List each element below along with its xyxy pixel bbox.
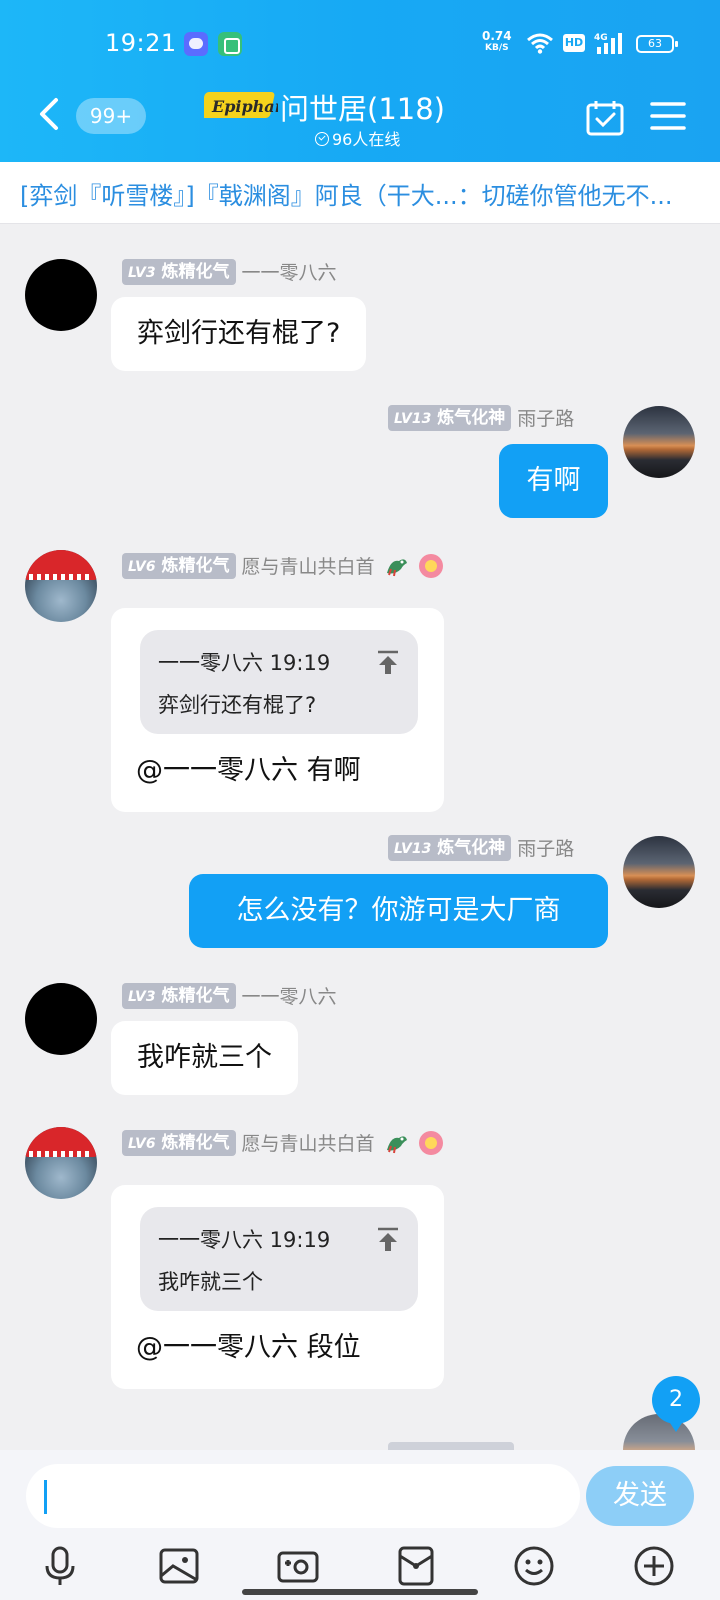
sender-info-partial	[388, 1442, 520, 1450]
sender-info: LV6 炼精化气 愿与青山共白首	[122, 552, 443, 579]
message-bubble[interactable]: 弈剑行还有棍了?	[111, 297, 367, 371]
announcement-text: [弈剑『听雪楼』]『戟渊阁』阿良（干大...：切磋你管他无不...	[20, 182, 673, 210]
app-notification-icon	[218, 32, 242, 56]
reply-text: @一一零八六 有啊	[136, 755, 361, 786]
red-packet-icon[interactable]	[394, 1544, 438, 1588]
status-time: 19:21	[105, 29, 177, 57]
network-speed: 0.74 KB/S	[482, 29, 512, 53]
level-badge: LV6 炼精化气	[122, 552, 236, 579]
unread-badge[interactable]: 99+	[76, 98, 146, 134]
plus-icon[interactable]	[632, 1544, 676, 1588]
svg-text:4G: 4G	[594, 33, 608, 43]
dragon-emoji-icon	[386, 558, 407, 576]
level-badge: LV3 炼精化气	[122, 258, 236, 285]
text-caret	[44, 1480, 47, 1514]
avatar[interactable]	[623, 836, 695, 908]
message-bubble[interactable]: 我咋就三个	[111, 1021, 298, 1095]
camera-icon[interactable]	[276, 1544, 320, 1588]
group-logo: Epiphany	[204, 92, 278, 118]
sender-nickname[interactable]: 一一零八六	[242, 262, 337, 284]
group-title[interactable]: 问世居(118)	[280, 86, 445, 128]
quote-body: 我咋就三个	[158, 1270, 263, 1294]
signal-icon: 4G	[594, 33, 622, 54]
sender-info: LV3 炼精化气 一一零八六	[122, 982, 337, 1009]
sender-nickname[interactable]: 雨子路	[517, 838, 574, 860]
quoted-message[interactable]: 一一零八六 19:19 我咋就三个	[140, 1207, 418, 1311]
sender-info: LV13 炼气化神 雨子路	[388, 404, 574, 431]
level-badge	[388, 1442, 514, 1450]
online-check-icon	[315, 132, 329, 146]
message-list[interactable]: LV3 炼精化气 一一零八六 弈剑行还有棍了? LV13 炼气化神 雨子路 有啊 L…	[0, 224, 720, 1450]
level-badge: LV13 炼气化神	[388, 404, 512, 431]
quote-body: 弈剑行还有棍了?	[158, 693, 317, 717]
flower-emoji-icon	[418, 553, 443, 578]
sender-info: LV6 炼精化气 愿与青山共白首	[122, 1129, 443, 1156]
app-notification-icon	[184, 32, 208, 56]
back-icon[interactable]	[34, 94, 64, 134]
message-bubble[interactable]: 怎么没有？你游可是大厂商	[189, 874, 608, 948]
sender-nickname[interactable]: 雨子路	[517, 408, 574, 430]
chat-nav: 99+ Epiphany 问世居(118) 96人在线	[0, 80, 720, 156]
menu-icon[interactable]	[650, 100, 686, 132]
emoji-icon[interactable]	[512, 1544, 556, 1588]
level-badge: LV3 炼精化气	[122, 982, 236, 1009]
reply-message-bubble[interactable]: 一一零八六 19:19 弈剑行还有棍了? @一一零八六 有啊	[111, 608, 444, 812]
quoted-message[interactable]: 一一零八六 19:19 弈剑行还有棍了?	[140, 630, 418, 734]
checkin-calendar-icon[interactable]	[585, 98, 625, 138]
flower-emoji-icon	[418, 1130, 443, 1155]
image-icon[interactable]	[157, 1544, 201, 1588]
wifi-icon	[527, 33, 553, 54]
battery-icon: 63	[636, 35, 678, 53]
composer: 发送	[0, 1450, 720, 1600]
jump-to-top-icon[interactable]	[374, 1225, 402, 1253]
svg-text:Epiphany: Epiphany	[211, 97, 278, 116]
top-bar: 19:21 0.74KB/S HD 4G 63 99+ Epiphany 问世居…	[0, 0, 720, 162]
announcement-banner[interactable]: [弈剑『听雪楼』]『戟渊阁』阿良（干大...：切磋你管他无不...	[0, 162, 720, 224]
message-input[interactable]	[26, 1464, 580, 1528]
avatar[interactable]	[623, 406, 695, 478]
reply-text: @一一零八六 段位	[136, 1332, 361, 1363]
new-message-count-badge[interactable]: 2	[652, 1376, 700, 1432]
send-button[interactable]: 发送	[586, 1466, 694, 1526]
home-indicator[interactable]	[242, 1589, 478, 1595]
sender-nickname[interactable]: 愿与青山共白首	[242, 556, 375, 578]
sender-nickname[interactable]: 一一零八六	[242, 986, 337, 1008]
quote-header: 一一零八六 19:19	[158, 651, 331, 675]
online-count[interactable]: 96人在线	[315, 126, 400, 150]
avatar[interactable]	[25, 550, 97, 622]
avatar[interactable]	[25, 259, 97, 331]
sender-info: LV13 炼气化神 雨子路	[388, 834, 574, 861]
jump-to-top-icon[interactable]	[374, 648, 402, 676]
message-bubble[interactable]: 有啊	[499, 444, 608, 518]
level-badge: LV13 炼气化神	[388, 834, 512, 861]
avatar[interactable]	[25, 983, 97, 1055]
avatar[interactable]	[25, 1127, 97, 1199]
sender-info: LV3 炼精化气 一一零八六	[122, 258, 337, 285]
level-badge: LV6 炼精化气	[122, 1129, 236, 1156]
status-bar: 19:21 0.74 KB/S HD 4G 63	[0, 26, 720, 62]
dragon-emoji-icon	[386, 1135, 407, 1153]
quote-header: 一一零八六 19:19	[158, 1228, 331, 1252]
reply-message-bubble[interactable]: 一一零八六 19:19 我咋就三个 @一一零八六 段位	[111, 1185, 444, 1389]
mic-icon[interactable]	[38, 1544, 82, 1588]
sender-nickname[interactable]: 愿与青山共白首	[242, 1133, 375, 1155]
hd-voice-icon: HD	[563, 34, 585, 52]
